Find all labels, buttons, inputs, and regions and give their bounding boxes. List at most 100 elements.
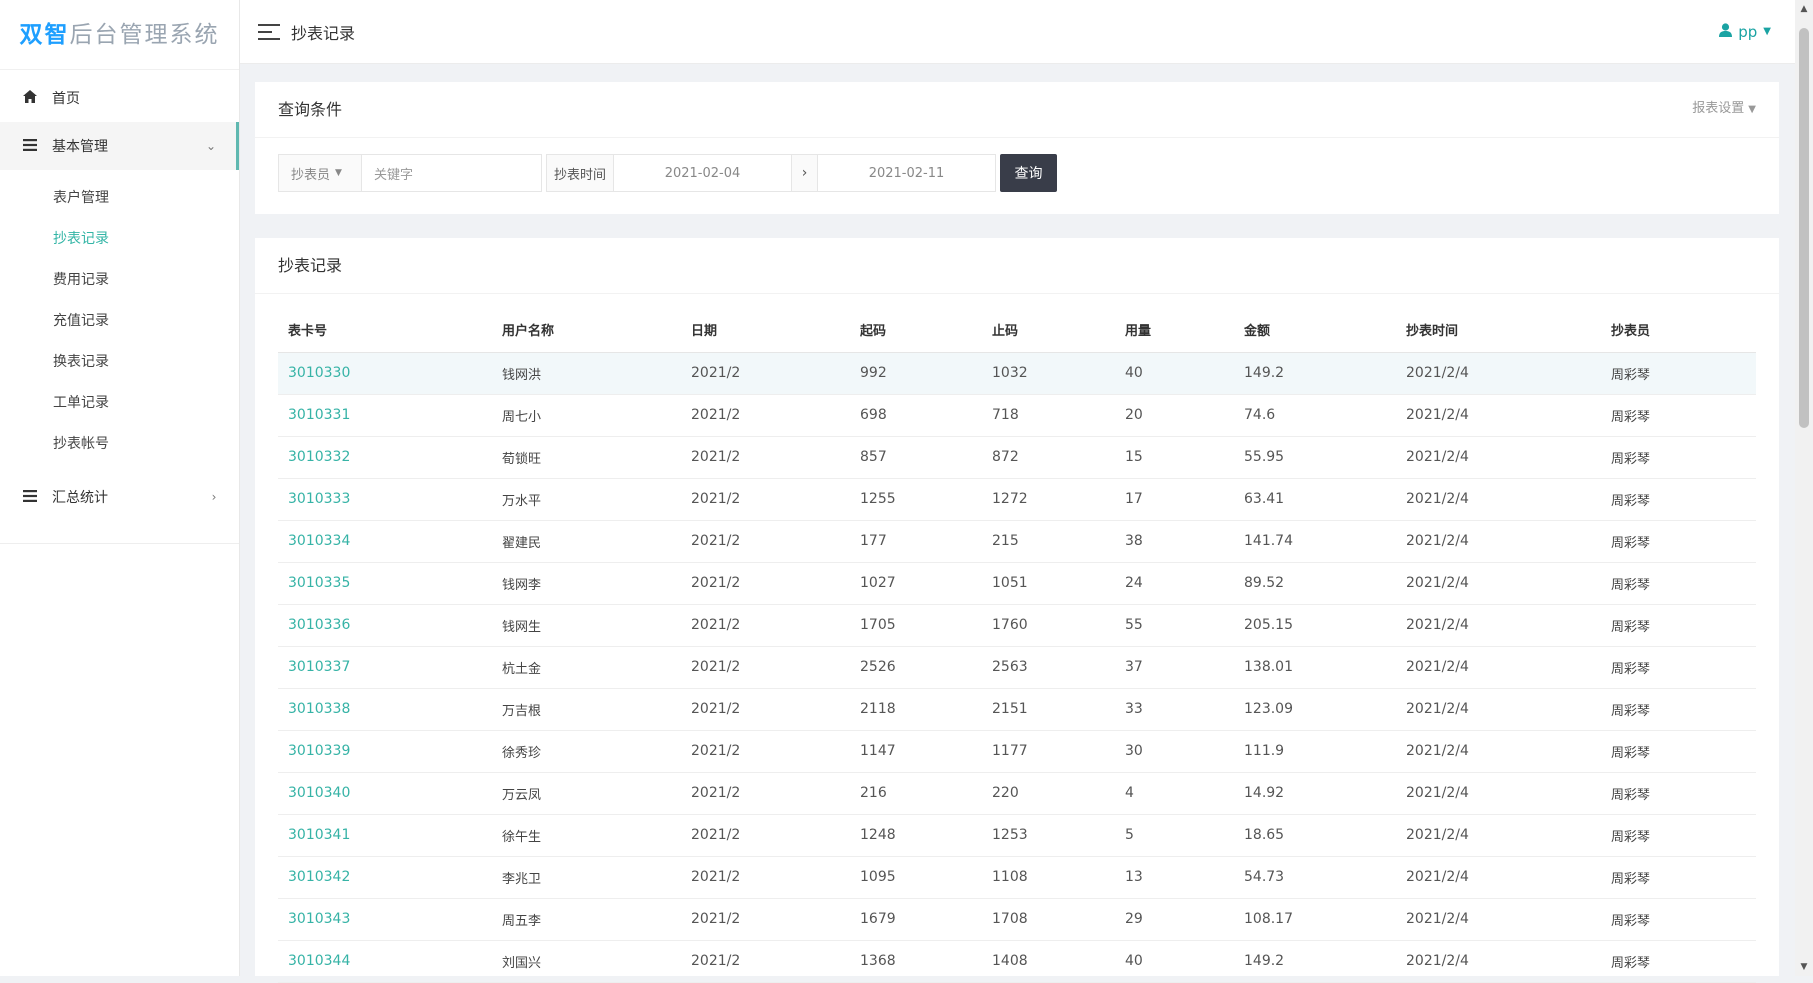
scroll-up-icon[interactable]: ▲: [1795, 0, 1813, 18]
table-cell: 2021/2/4: [1396, 436, 1601, 479]
sidebar-submenu: 表户管理 抄表记录 费用记录 充值记录 换表记录 工单记录 抄表帐号: [0, 170, 239, 473]
table-cell: 2526: [850, 646, 982, 689]
sidebar-item-work-orders[interactable]: 工单记录: [0, 383, 239, 424]
table-row[interactable]: 3010341 徐午生 2021/2 1248 1253 5 18.65 2021/2/4 周彩…: [278, 814, 1756, 857]
sidebar-item-reading-records[interactable]: 抄表记录: [0, 219, 239, 260]
table-cell: 1705: [850, 604, 982, 647]
sidebar-item-home[interactable]: 首页: [0, 74, 239, 122]
user-icon: [1719, 22, 1733, 41]
column-header[interactable]: 用户名称: [492, 308, 681, 353]
column-header[interactable]: 抄表员: [1601, 308, 1756, 353]
meter-card-link[interactable]: 3010336: [278, 604, 492, 647]
table-cell: 37: [1115, 646, 1234, 689]
end-date-input[interactable]: 2021-02-11: [818, 154, 996, 192]
table-row[interactable]: 3010336 钱网生 2021/2 1705 1760 55 205.15 2021/2/4…: [278, 604, 1756, 647]
user-menu[interactable]: pp ▼: [1719, 23, 1771, 41]
meter-card-link[interactable]: 3010341: [278, 814, 492, 857]
sidebar-item-reader-accounts[interactable]: 抄表帐号: [0, 424, 239, 465]
table-row[interactable]: 3010332 荀锁旺 2021/2 857 872 15 55.95 2021/2/4 周彩琴: [278, 436, 1756, 479]
sidebar-group-basic[interactable]: 基本管理 ⌄: [0, 122, 239, 170]
table-cell: 698: [850, 394, 982, 437]
column-header[interactable]: 起码: [850, 308, 982, 353]
menu-toggle-icon[interactable]: [258, 23, 280, 40]
table-row[interactable]: 3010342 李兆卫 2021/2 1095 1108 13 54.73 2021/2/4 周…: [278, 856, 1756, 899]
table-cell: 13: [1115, 856, 1234, 899]
meter-card-link[interactable]: 3010340: [278, 772, 492, 815]
list-icon: [22, 137, 38, 155]
start-date-input[interactable]: 2021-02-04: [614, 154, 792, 192]
table-cell: 徐午生: [492, 814, 681, 857]
table-cell: 1147: [850, 730, 982, 773]
table-row[interactable]: 3010338 万吉根 2021/2 2118 2151 33 123.09 2021/2/4…: [278, 688, 1756, 731]
column-header[interactable]: 止码: [982, 308, 1115, 353]
search-button[interactable]: 查询: [1000, 154, 1057, 192]
table-cell: 2021/2/4: [1396, 520, 1601, 563]
table-cell: 1108: [982, 856, 1115, 899]
meter-card-link[interactable]: 3010330: [278, 352, 492, 395]
meter-card-link[interactable]: 3010338: [278, 688, 492, 731]
meter-card-link[interactable]: 3010331: [278, 394, 492, 437]
sidebar-item-recharge-records[interactable]: 充值记录: [0, 301, 239, 342]
table-cell: 4: [1115, 772, 1234, 815]
table-cell: 2021/2: [681, 520, 850, 563]
meter-card-link[interactable]: 3010337: [278, 646, 492, 689]
table-row[interactable]: 3010340 万云凤 2021/2 216 220 4 14.92 2021/2/4 周彩琴: [278, 772, 1756, 815]
column-header[interactable]: 金额: [1234, 308, 1396, 353]
logo[interactable]: 双智后台管理系统: [0, 0, 239, 70]
column-header[interactable]: 抄表时间: [1396, 308, 1601, 353]
sidebar: 双智后台管理系统 首页 基本管理 ⌄ 表户管理 抄表记录 费用记录 充值记录 换…: [0, 0, 240, 976]
meter-card-link[interactable]: 3010339: [278, 730, 492, 773]
records-panel: 抄表记录 表卡号 用户名称 日期 起码 止码 用量 金额 抄表时间 抄表员 30…: [255, 238, 1779, 983]
sidebar-group-stats[interactable]: 汇总统计 ›: [0, 473, 239, 521]
reader-select[interactable]: 抄表员 ▼: [278, 154, 362, 192]
table-row[interactable]: 3010337 杭土金 2021/2 2526 2563 37 138.01 2021/2/4…: [278, 646, 1756, 689]
meter-card-link[interactable]: 3010333: [278, 478, 492, 521]
table-cell: 2021/2: [681, 478, 850, 521]
table-cell: 55.95: [1234, 436, 1396, 479]
table-cell: 2118: [850, 688, 982, 731]
sidebar-item-meter-change-records[interactable]: 换表记录: [0, 342, 239, 383]
table-cell: 18.65: [1234, 814, 1396, 857]
meter-card-link[interactable]: 3010342: [278, 856, 492, 899]
table-cell: 2021/2: [681, 730, 850, 773]
table-cell: 992: [850, 352, 982, 395]
table-cell: 周彩琴: [1601, 436, 1756, 479]
meter-card-link[interactable]: 3010335: [278, 562, 492, 605]
table-cell: 1253: [982, 814, 1115, 857]
column-header[interactable]: 表卡号: [278, 308, 492, 353]
column-header[interactable]: 用量: [1115, 308, 1234, 353]
table-row[interactable]: 3010339 徐秀珍 2021/2 1147 1177 30 111.9 2021/2/4 周…: [278, 730, 1756, 773]
table-cell: 周彩琴: [1601, 352, 1756, 395]
table-cell: 15: [1115, 436, 1234, 479]
table-cell: 220: [982, 772, 1115, 815]
column-header[interactable]: 日期: [681, 308, 850, 353]
table-cell: 2021/2/4: [1396, 478, 1601, 521]
table-row[interactable]: 3010343 周五李 2021/2 1679 1708 29 108.17 2021/2/4…: [278, 898, 1756, 941]
meter-card-link[interactable]: 3010334: [278, 520, 492, 563]
table-cell: 周彩琴: [1601, 604, 1756, 647]
chevron-down-icon: ⌄: [205, 139, 217, 153]
page-scrollbar[interactable]: ▲ ▼: [1795, 0, 1813, 976]
reading-time-label: 抄表时间: [546, 154, 614, 192]
table-row[interactable]: 3010333 万水平 2021/2 1255 1272 17 63.41 2021/2/4 周…: [278, 478, 1756, 521]
table-cell: 周彩琴: [1601, 394, 1756, 437]
sidebar-divider: [0, 543, 239, 544]
sidebar-item-meter-users[interactable]: 表户管理: [0, 178, 239, 219]
table-cell: 1027: [850, 562, 982, 605]
keyword-input[interactable]: 关键字: [362, 154, 542, 192]
table-cell: 周七小: [492, 394, 681, 437]
sidebar-item-fee-records[interactable]: 费用记录: [0, 260, 239, 301]
table-row[interactable]: 3010334 翟建民 2021/2 177 215 38 141.74 2021/2/4 周彩…: [278, 520, 1756, 563]
meter-card-link[interactable]: 3010332: [278, 436, 492, 479]
report-settings-dropdown[interactable]: 报表设置 ▼: [1692, 81, 1756, 138]
table-row[interactable]: 3010335 钱网李 2021/2 1027 1051 24 89.52 2021/2/4 周…: [278, 562, 1756, 605]
scroll-thumb[interactable]: [1799, 28, 1809, 428]
scroll-down-icon[interactable]: ▼: [1795, 958, 1813, 976]
table-cell: 138.01: [1234, 646, 1396, 689]
table-cell: 1760: [982, 604, 1115, 647]
table-cell: 周彩琴: [1601, 646, 1756, 689]
meter-card-link[interactable]: 3010343: [278, 898, 492, 941]
table-row[interactable]: 3010330 钱网洪 2021/2 992 1032 40 149.2 2021/2/4 周彩…: [278, 352, 1756, 395]
table-row[interactable]: 3010331 周七小 2021/2 698 718 20 74.6 2021/2/4 周彩琴: [278, 394, 1756, 437]
table-cell: 周彩琴: [1601, 856, 1756, 899]
